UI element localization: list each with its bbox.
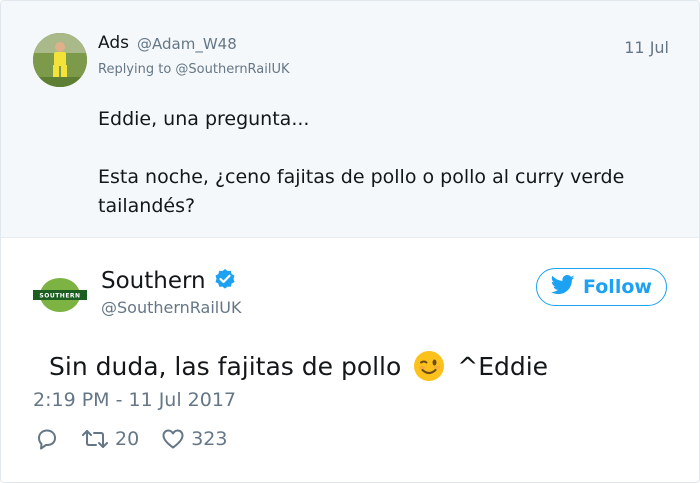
parent-tweet[interactable]: Ads @Adam_W48 11 Jul Replying to @Southe… — [1, 1, 699, 238]
avatar[interactable] — [33, 33, 87, 87]
like-count: 323 — [191, 428, 228, 450]
logo-text: SOUTHERN — [39, 293, 80, 300]
follow-button[interactable]: Follow — [536, 268, 667, 306]
retweet-count: 20 — [115, 428, 140, 450]
tweet-signature: ^Eddie — [449, 351, 549, 381]
tweet-embed: Ads @Adam_W48 11 Jul Replying to @Southe… — [0, 0, 700, 483]
tweet-text-line: Eddie, una pregunta... — [98, 108, 310, 130]
tweet-text-line: Esta noche, ¿ceno fajitas de pollo o pol… — [98, 166, 625, 217]
tweet-text-start: Sin duda, las fajitas de pollo — [49, 351, 402, 381]
tweet-text: Eddie, una pregunta... Esta noche, ¿ceno… — [98, 105, 658, 221]
follow-label: Follow — [583, 276, 652, 298]
like-action[interactable]: 323 — [161, 427, 227, 451]
reply-icon — [35, 427, 59, 451]
heart-icon — [161, 427, 185, 451]
verified-badge-icon — [214, 268, 236, 294]
southern-logo[interactable]: SOUTHERN — [33, 277, 87, 313]
tweet-text: Sin duda, las fajitas de pollo ^Eddie — [49, 350, 548, 382]
tweet-actions: 20 323 — [35, 427, 249, 451]
author-handle[interactable]: @Adam_W48 — [137, 35, 237, 53]
tweet-timestamp[interactable]: 2:19 PM - 11 Jul 2017 — [33, 389, 236, 411]
replying-to[interactable]: Replying to @SouthernRailUK — [98, 62, 290, 77]
retweet-icon — [81, 427, 109, 451]
winking-face-icon — [413, 350, 445, 382]
author-row: Southern — [101, 268, 236, 294]
twitter-bird-icon — [550, 274, 575, 300]
reply-action[interactable] — [35, 427, 59, 451]
tweet-date[interactable]: 11 Jul — [624, 38, 669, 57]
retweet-action[interactable]: 20 — [81, 427, 139, 451]
author-handle[interactable]: @SouthernRailUK — [101, 298, 241, 317]
author-name[interactable]: Ads — [98, 33, 129, 53]
author-name[interactable]: Southern — [101, 268, 206, 294]
